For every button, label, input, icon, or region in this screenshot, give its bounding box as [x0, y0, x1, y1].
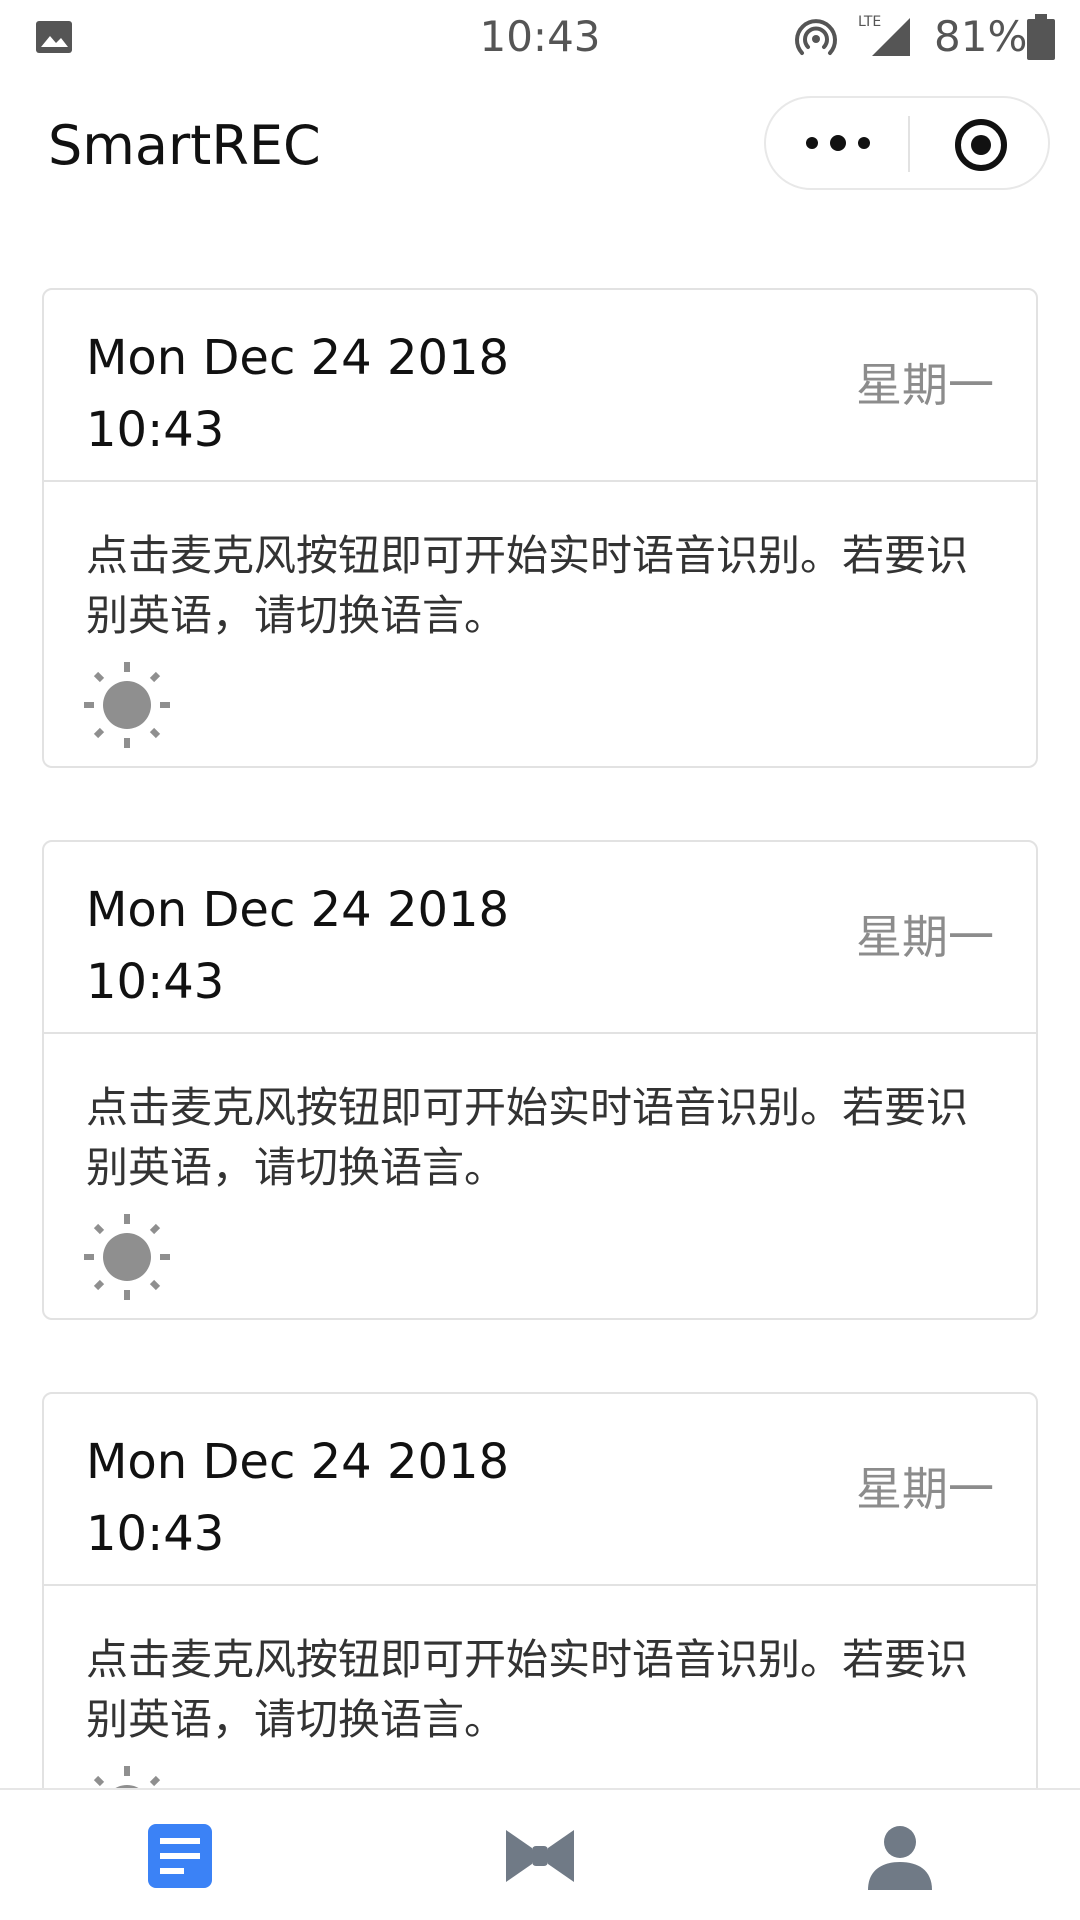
- card-weekday: 星期一: [856, 1462, 994, 1516]
- more-icon[interactable]: [800, 128, 876, 158]
- signal-icon: LTE: [858, 14, 910, 56]
- card-time: 10:43: [86, 402, 225, 458]
- bowtie-icon[interactable]: [504, 1820, 576, 1892]
- card-date: Mon Dec 24 2018: [86, 1434, 510, 1490]
- hotspot-icon: [795, 19, 837, 55]
- card-header: Mon Dec 24 2018 10:43 星期一: [44, 290, 1036, 482]
- card-time: 10:43: [86, 1506, 225, 1562]
- capsule-menu: [764, 96, 1050, 190]
- card-time: 10:43: [86, 954, 225, 1010]
- document-icon[interactable]: [144, 1820, 216, 1892]
- card-date: Mon Dec 24 2018: [86, 882, 510, 938]
- card-weekday: 星期一: [856, 358, 994, 412]
- card-text: 点击麦克风按钮即可开始实时语音识别。若要识别英语，请切换语言。: [86, 1083, 969, 1192]
- user-icon[interactable]: [864, 1820, 936, 1892]
- nav-bar: SmartREC: [0, 74, 1080, 214]
- app-screen: 10:43 LTE 81% SmartREC Mon Dec 24 2018 1…: [0, 0, 1080, 1920]
- network-type-label: LTE: [858, 14, 881, 30]
- sun-icon[interactable]: [84, 1214, 170, 1300]
- card-date: Mon Dec 24 2018: [86, 330, 510, 386]
- close-target-icon[interactable]: [954, 118, 1008, 172]
- status-bar: 10:43 LTE 81%: [0, 0, 1080, 74]
- capsule-divider: [908, 116, 910, 172]
- card-text: 点击麦克风按钮即可开始实时语音识别。若要识别英语，请切换语言。: [86, 1635, 969, 1744]
- note-card[interactable]: Mon Dec 24 2018 10:43 星期一 点击麦克风按钮即可开始实时语…: [42, 840, 1038, 1320]
- card-header: Mon Dec 24 2018 10:43 星期一: [44, 842, 1036, 1034]
- note-card[interactable]: Mon Dec 24 2018 10:43 星期一 点击麦克风按钮即可开始实时语…: [42, 288, 1038, 768]
- card-header: Mon Dec 24 2018 10:43 星期一: [44, 1394, 1036, 1586]
- card-text: 点击麦克风按钮即可开始实时语音识别。若要识别英语，请切换语言。: [86, 531, 969, 640]
- sun-icon[interactable]: [84, 662, 170, 748]
- card-weekday: 星期一: [856, 910, 994, 964]
- bottom-tab-bar: [0, 1788, 1080, 1920]
- status-time: 10:43: [479, 12, 601, 61]
- battery-percent: 81%: [934, 12, 1028, 61]
- app-title: SmartREC: [48, 114, 321, 177]
- battery-icon: [1027, 14, 1055, 60]
